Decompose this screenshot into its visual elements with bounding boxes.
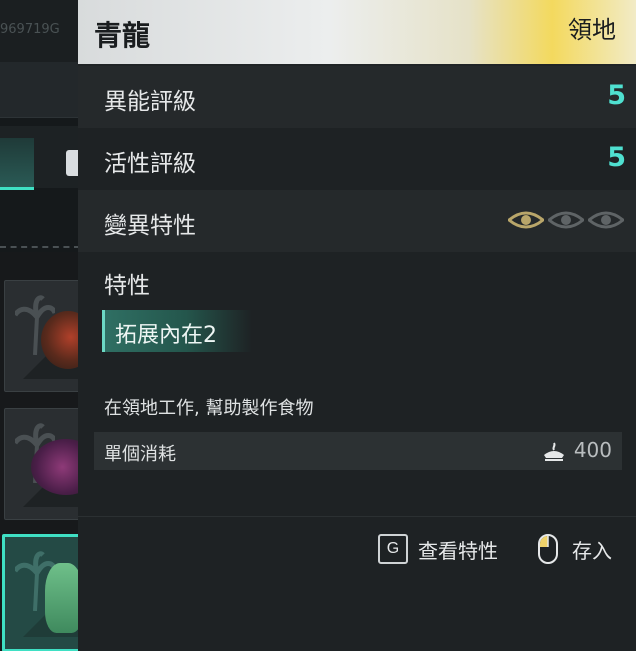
location-badge: 領地 [568, 16, 616, 44]
consumption-label: 單個消耗 [104, 444, 176, 465]
stat-label: 異能評級 [104, 89, 196, 115]
mutation-level-indicator [508, 208, 624, 232]
pal-id-strip: 969719G [0, 0, 80, 62]
stat-row: 活性評級 5 [78, 128, 636, 190]
pal-id-text: 969719G [0, 22, 60, 37]
eye-icon [508, 211, 544, 229]
pal-title-bar: 青龍 領地 [78, 0, 636, 64]
pal-detail-panel: 青龍 領地 異能評級 5 活性評級 5 變異特性 特性 拓展內在2 在領地工作,… [78, 0, 636, 651]
tab-active[interactable] [0, 138, 34, 190]
eye-icon [548, 211, 584, 229]
mutation-row: 變異特性 [78, 190, 636, 252]
pal-name: 青龍 [94, 19, 151, 52]
food-icon [544, 442, 564, 461]
store-action[interactable]: 存入 [538, 532, 612, 566]
eye-icon [588, 211, 624, 229]
inventory-header [0, 62, 80, 118]
key-g-icon: G [378, 534, 408, 564]
stat-value: 5 [607, 80, 626, 111]
view-traits-action[interactable]: G 查看特性 [378, 532, 498, 566]
consumption-value: 400 [573, 438, 612, 462]
stat-label: 活性評級 [104, 151, 196, 177]
mouse-icon [538, 534, 558, 564]
trait-tag[interactable]: 拓展內在2 [102, 310, 252, 352]
dashed-divider [0, 246, 80, 248]
work-description: 在領地工作, 幫助製作食物 [104, 398, 314, 419]
store-label: 存入 [572, 538, 612, 563]
stat-row: 異能評級 5 [78, 66, 636, 128]
stat-value: 5 [607, 142, 626, 173]
footer-divider [78, 516, 636, 517]
consumption-bar: 單個消耗 400 [94, 432, 622, 470]
mutation-label: 變異特性 [104, 213, 196, 239]
traits-title: 特性 [104, 273, 150, 299]
view-traits-label: 查看特性 [418, 538, 498, 563]
trait-name: 拓展內在2 [115, 323, 217, 348]
